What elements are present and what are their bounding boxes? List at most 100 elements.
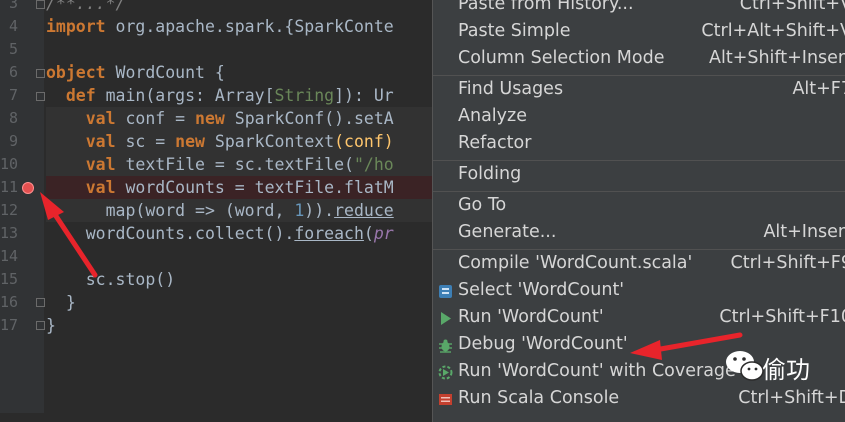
menu-item-compile[interactable]: Compile 'WordCount.scala' Ctrl+Shift+F9 — [433, 251, 845, 278]
code-line: val conf = new SparkConf().setA — [46, 107, 434, 130]
code-text: sc = — [115, 132, 176, 151]
menu-item-go-to[interactable]: Go To — [433, 193, 845, 220]
line-number: 6 — [8, 63, 18, 81]
code-keyword: val — [85, 109, 116, 128]
menu-item-label: Folding — [458, 164, 522, 184]
code-line: val sc = new SparkContext(conf) — [46, 130, 434, 153]
menu-item-column-selection-mode[interactable]: Column Selection Mode Alt+Shift+Insert — [433, 46, 845, 73]
code-text: map(word => (word, — [105, 201, 295, 220]
menu-item-paste-from-history[interactable]: Paste from History... Ctrl+Shift+V — [433, 0, 845, 19]
code-keyword: val — [85, 178, 116, 197]
code-text: conf = — [115, 109, 196, 128]
line-number: 7 — [8, 86, 18, 104]
code-line: } — [46, 291, 76, 314]
code-line: def main(args: Array[String]): Ur — [46, 84, 394, 107]
watermark-text: 偷功 — [762, 356, 810, 384]
code-line: /**...*/ — [46, 0, 125, 15]
menu-item-refactor[interactable]: Refactor — [433, 131, 845, 158]
code-line: wordCounts.collect().foreach(pr — [46, 222, 394, 245]
menu-item-shortcut: Alt+Shift+Insert — [709, 48, 845, 68]
code-keyword: def — [65, 86, 96, 105]
code-text: textFile = sc.textFile( — [115, 155, 354, 174]
menu-item-shortcut: Ctrl+Shift+V — [739, 0, 845, 14]
run-icon — [441, 312, 451, 325]
code-line: object WordCount { — [46, 61, 225, 84]
menu-item-shortcut: Alt+Insert — [763, 222, 845, 242]
debug-icon — [439, 339, 452, 353]
code-text: pr — [373, 224, 394, 243]
code-line: val textFile = sc.textFile("/ho — [46, 153, 434, 176]
menu-item-shortcut: Alt+F7 — [792, 79, 845, 99]
scala-object-icon — [439, 285, 452, 298]
menu-item-select-wordcount[interactable]: Select 'WordCount' — [433, 278, 845, 305]
breakpoint-icon[interactable] — [22, 182, 34, 194]
code-text: org.apache.spark.{SparkConte — [105, 17, 394, 36]
line-number: 17 — [0, 316, 19, 334]
menu-item-shortcut: Ctrl+Shift+D — [738, 388, 845, 408]
code-editor[interactable]: /**...*/ import org.apache.spark.{SparkC… — [46, 0, 434, 413]
menu-item-label: Generate... — [458, 222, 557, 242]
menu-separator — [433, 191, 845, 192]
code-text: SparkContext — [204, 132, 335, 151]
code-number: 1 — [294, 201, 305, 220]
code-text: WordCount { — [105, 63, 225, 82]
menu-item-analyze[interactable]: Analyze — [433, 104, 845, 131]
fold-marker-icon[interactable] — [36, 69, 45, 78]
menu-item-find-usages[interactable]: Find Usages Alt+F7 — [433, 77, 845, 104]
menu-item-label: Select 'WordCount' — [458, 280, 625, 300]
code-keyword: val — [85, 155, 116, 174]
line-number: 3 — [8, 0, 18, 12]
menu-item-label: Run 'WordCount' — [458, 307, 604, 327]
line-number: 9 — [8, 132, 18, 150]
code-line: } — [46, 314, 56, 337]
code-text: foreach — [294, 224, 364, 243]
code-text: SparkConf().setA — [224, 109, 394, 128]
menu-separator — [433, 160, 845, 161]
menu-item-run-wordcount[interactable]: Run 'WordCount' Ctrl+Shift+F10 — [433, 305, 845, 332]
code-keyword: new — [195, 109, 225, 128]
line-number: 15 — [0, 270, 19, 288]
code-text: )). — [304, 201, 335, 220]
menu-item-label: Paste Simple — [458, 21, 571, 41]
code-line: sc.stop() — [46, 268, 175, 291]
line-number: 16 — [0, 293, 19, 311]
menu-item-label: Paste from History... — [458, 0, 634, 14]
menu-item-generate[interactable]: Generate... Alt+Insert — [433, 220, 845, 247]
menu-item-label: Go To — [458, 195, 507, 215]
code-text: reduce — [334, 201, 394, 220]
fold-marker-icon[interactable] — [36, 298, 45, 307]
menu-item-paste-simple[interactable]: Paste Simple Ctrl+Alt+Shift+V — [433, 19, 845, 46]
menu-item-label: Analyze — [458, 106, 527, 126]
line-number: 10 — [0, 155, 19, 173]
menu-item-label: Run 'WordCount' with Coverage — [458, 361, 736, 381]
menu-item-shortcut: Ctrl+Shift+F10 — [719, 307, 845, 327]
code-text: } — [46, 316, 56, 335]
menu-item-label: Find Usages — [458, 79, 564, 99]
menu-item-run-scala-console[interactable]: Run Scala Console Ctrl+Shift+D — [433, 386, 845, 413]
menu-item-folding[interactable]: Folding — [433, 162, 845, 189]
line-number: 12 — [0, 201, 19, 219]
code-text: sc.stop() — [85, 270, 176, 289]
code-line: val wordCounts = textFile.flatM — [46, 176, 434, 199]
fold-marker-icon[interactable] — [36, 321, 45, 330]
editor-gutter: 3 4 5 6 7 8 9 10 11 12 13 14 15 16 17 — [0, 0, 45, 413]
code-line: import org.apache.spark.{SparkConte — [46, 15, 394, 38]
code-text: } — [65, 293, 76, 312]
code-comment: /**...*/ — [46, 0, 126, 13]
code-keyword: val — [85, 132, 116, 151]
line-number: 8 — [8, 109, 18, 127]
line-number: 13 — [0, 224, 19, 242]
menu-separator — [433, 249, 845, 250]
code-text: (conf) — [334, 132, 394, 151]
line-number: 4 — [8, 17, 18, 35]
code-keyword: object — [46, 63, 106, 82]
menu-item-label: Column Selection Mode — [458, 48, 665, 68]
line-number: 11 — [0, 178, 19, 196]
code-text: wordCounts.collect(). — [85, 224, 295, 243]
code-keyword: import — [46, 17, 106, 36]
fold-marker-icon[interactable] — [36, 0, 45, 9]
menu-item-label: Debug 'WordCount' — [458, 334, 628, 354]
coverage-icon — [438, 365, 453, 380]
fold-marker-icon[interactable] — [36, 92, 45, 101]
code-text: ( — [363, 224, 374, 243]
